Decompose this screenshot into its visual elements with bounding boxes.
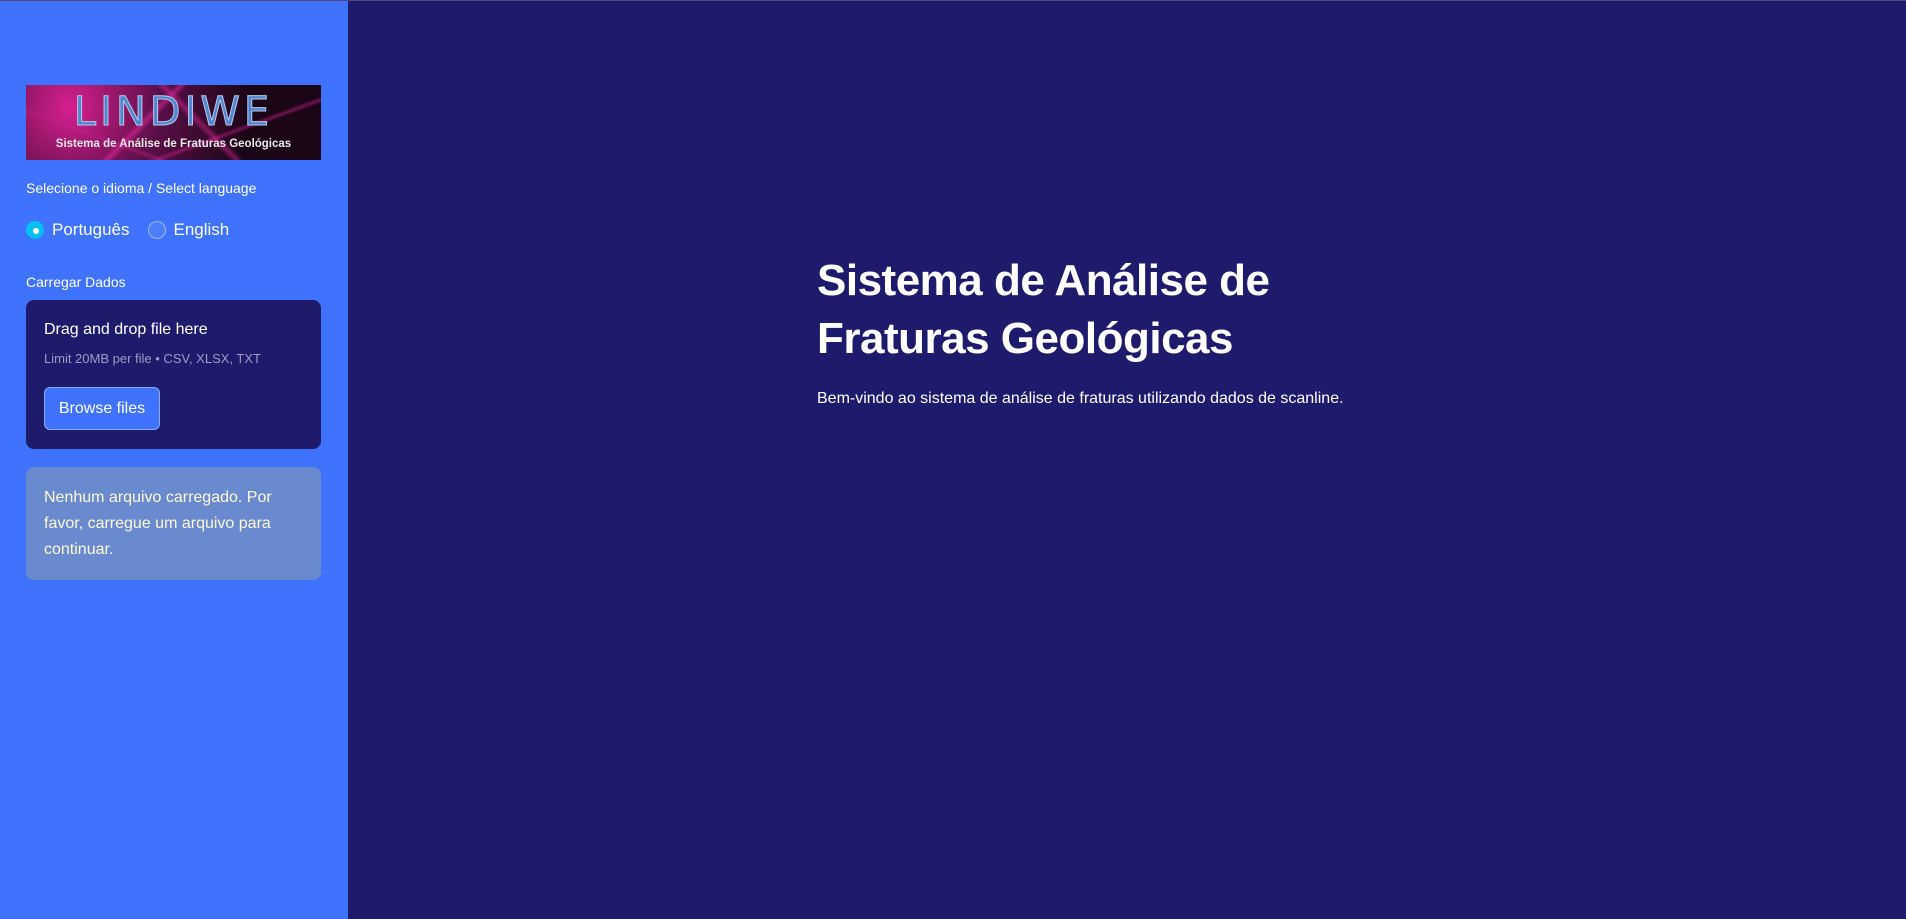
- logo-subtitle: Sistema de Análise de Fraturas Geológica…: [55, 138, 292, 150]
- sidebar: LINDIWE Sistema de Análise de Fraturas G…: [0, 1, 348, 919]
- dropzone-title: Drag and drop file here: [44, 321, 208, 338]
- page-description: Bem-vindo ao sistema de análise de fratu…: [817, 390, 1344, 407]
- radio-label-english: English: [173, 220, 230, 239]
- file-dropzone[interactable]: Drag and drop file here Limit 20MB per f…: [26, 300, 321, 449]
- language-label: Selecione o idioma / Select language: [26, 180, 257, 196]
- radio-option-portugues[interactable]: Português: [26, 220, 130, 240]
- radio-checked-icon[interactable]: [26, 221, 44, 239]
- radio-label-portugues: Português: [52, 220, 130, 239]
- upload-label: Carregar Dados: [26, 274, 126, 290]
- page-title: Sistema de Análise de Fraturas Geológica…: [817, 256, 1270, 363]
- language-radio-group: Português English: [26, 220, 247, 240]
- radio-option-english[interactable]: English: [147, 220, 230, 240]
- logo-title: LINDIWE: [73, 89, 274, 136]
- browse-files-button[interactable]: Browse files: [44, 387, 160, 430]
- app-logo: LINDIWE Sistema de Análise de Fraturas G…: [26, 85, 321, 160]
- dropzone-limit: Limit 20MB per file • CSV, XLSX, TXT: [44, 351, 261, 366]
- info-alert: Nenhum arquivo carregado. Por favor, car…: [26, 467, 321, 580]
- radio-unchecked-icon[interactable]: [147, 221, 166, 239]
